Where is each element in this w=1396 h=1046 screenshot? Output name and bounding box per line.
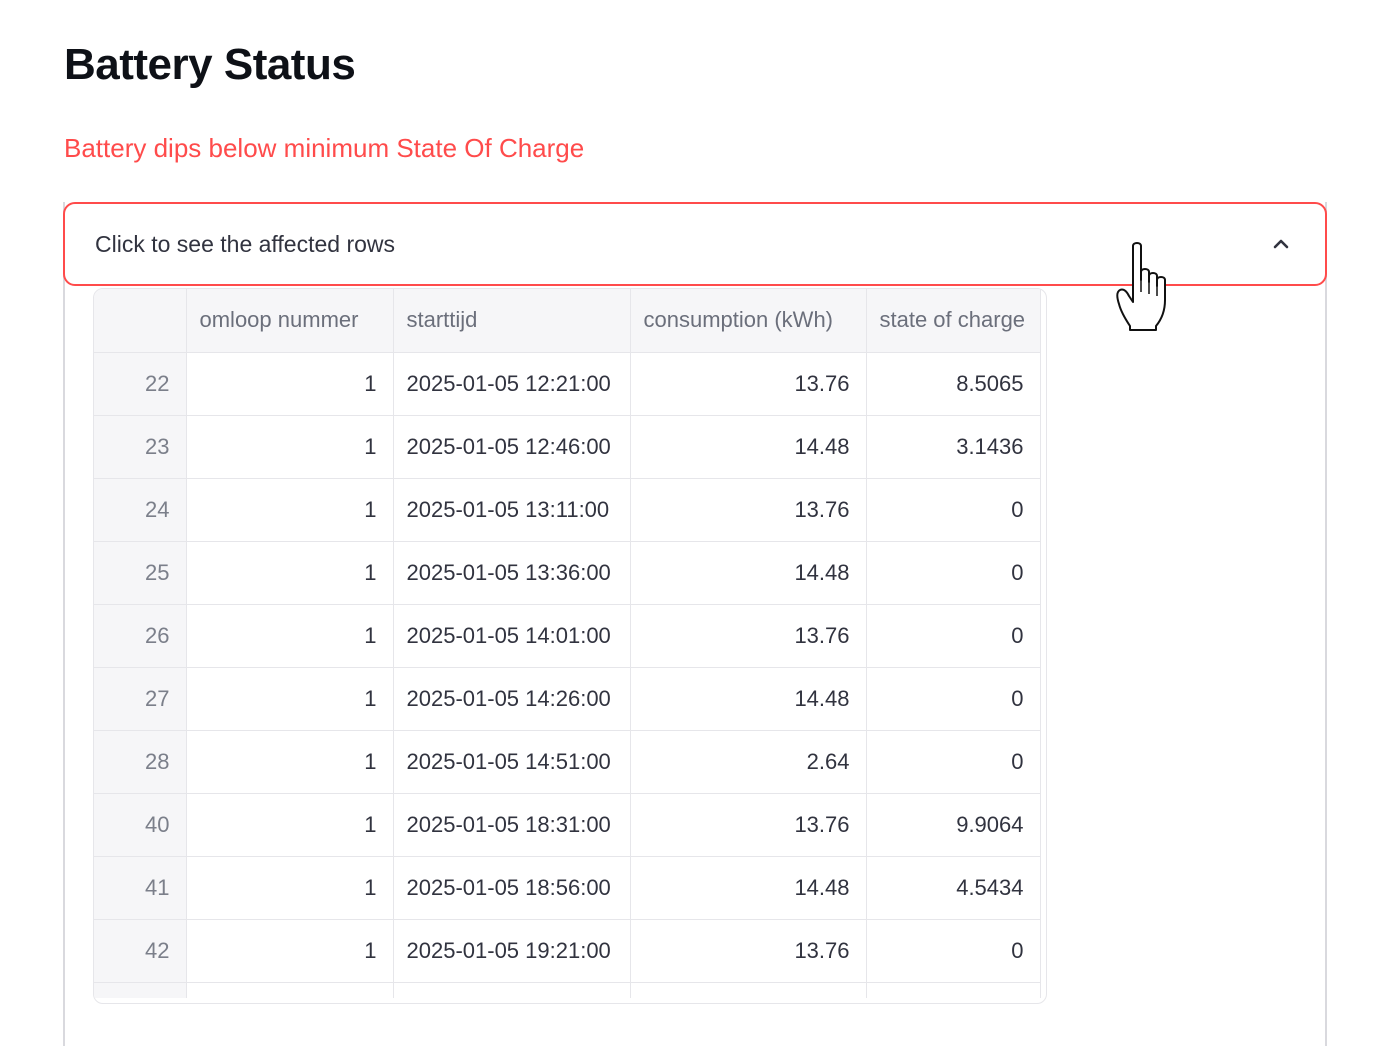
table-row[interactable]: 24 1 2025-01-05 13:11:00 13.76 0 — [94, 478, 1041, 542]
row-index-cell[interactable]: 24 — [94, 478, 187, 542]
consumption-cell[interactable]: 13.76 — [630, 919, 867, 983]
starttijd-cell[interactable]: 2025-01-05 14:51:00 — [393, 730, 631, 794]
table-row[interactable]: 42 1 2025-01-05 19:21:00 13.76 0 — [94, 919, 1041, 983]
page-title: Battery Status — [64, 40, 356, 89]
starttijd-cell[interactable]: 2025-01-05 18:31:00 — [393, 793, 631, 857]
row-index-cell[interactable]: 26 — [94, 604, 187, 668]
table-row[interactable]: 41 1 2025-01-05 18:56:00 14.48 4.5434 — [94, 856, 1041, 920]
row-index-cell[interactable]: 23 — [94, 415, 187, 479]
consumption-cell[interactable]: 2.64 — [630, 730, 867, 794]
table-row[interactable]: 26 1 2025-01-05 14:01:00 13.76 0 — [94, 604, 1041, 668]
state-of-charge-cell[interactable]: 9.9064 — [866, 793, 1041, 857]
table-row[interactable]: 25 1 2025-01-05 13:36:00 14.48 0 — [94, 541, 1041, 605]
row-index-cell[interactable]: 27 — [94, 667, 187, 731]
omloop-nummer-cell[interactable]: 1 — [186, 919, 394, 983]
row-index-cell[interactable]: 41 — [94, 856, 187, 920]
table-cell-empty — [186, 982, 394, 998]
omloop-nummer-cell[interactable]: 1 — [186, 415, 394, 479]
consumption-cell[interactable]: 13.76 — [630, 478, 867, 542]
chevron-up-icon — [1273, 239, 1289, 249]
row-index-cell[interactable]: 42 — [94, 919, 187, 983]
starttijd-cell[interactable]: 2025-01-05 19:21:00 — [393, 919, 631, 983]
expander-label: Click to see the affected rows — [95, 230, 395, 257]
table-row[interactable]: 22 1 2025-01-05 12:21:00 13.76 8.5065 — [94, 352, 1041, 416]
row-index-cell[interactable]: 25 — [94, 541, 187, 605]
state-of-charge-cell[interactable]: 0 — [866, 604, 1041, 668]
consumption-cell[interactable]: 14.48 — [630, 856, 867, 920]
omloop-nummer-cell[interactable]: 1 — [186, 352, 394, 416]
state-of-charge-cell[interactable]: 0 — [866, 730, 1041, 794]
starttijd-cell[interactable]: 2025-01-05 12:46:00 — [393, 415, 631, 479]
omloop-nummer-cell[interactable]: 1 — [186, 541, 394, 605]
column-header-index[interactable] — [94, 289, 187, 353]
consumption-cell[interactable]: 14.48 — [630, 667, 867, 731]
starttijd-cell[interactable]: 2025-01-05 14:26:00 — [393, 667, 631, 731]
hand-cursor-icon — [1116, 242, 1166, 331]
table-row-partial — [94, 982, 1041, 998]
column-header-starttijd[interactable]: starttijd — [393, 289, 631, 353]
state-of-charge-cell[interactable]: 0 — [866, 667, 1041, 731]
table-cell-empty — [393, 982, 631, 998]
starttijd-cell[interactable]: 2025-01-05 13:36:00 — [393, 541, 631, 605]
starttijd-cell[interactable]: 2025-01-05 18:56:00 — [393, 856, 631, 920]
omloop-nummer-cell[interactable]: 1 — [186, 604, 394, 668]
consumption-cell[interactable]: 13.76 — [630, 793, 867, 857]
state-of-charge-cell[interactable]: 0 — [866, 541, 1041, 605]
column-header-omloop-nummer[interactable]: omloop nummer — [186, 289, 394, 353]
consumption-cell[interactable]: 14.48 — [630, 415, 867, 479]
row-index-cell[interactable]: 22 — [94, 352, 187, 416]
consumption-cell[interactable]: 13.76 — [630, 604, 867, 668]
omloop-nummer-cell[interactable]: 1 — [186, 856, 394, 920]
state-of-charge-cell[interactable]: 0 — [866, 919, 1041, 983]
table-row[interactable]: 40 1 2025-01-05 18:31:00 13.76 9.9064 — [94, 793, 1041, 857]
omloop-nummer-cell[interactable]: 1 — [186, 730, 394, 794]
table-row[interactable]: 23 1 2025-01-05 12:46:00 14.48 3.1436 — [94, 415, 1041, 479]
state-of-charge-cell[interactable]: 8.5065 — [866, 352, 1041, 416]
row-index-cell[interactable]: 40 — [94, 793, 187, 857]
consumption-cell[interactable]: 13.76 — [630, 352, 867, 416]
table-cell-empty — [866, 982, 1041, 998]
state-of-charge-cell[interactable]: 4.5434 — [866, 856, 1041, 920]
row-index-cell[interactable]: 28 — [94, 730, 187, 794]
state-of-charge-cell[interactable]: 0 — [866, 478, 1041, 542]
starttijd-cell[interactable]: 2025-01-05 13:11:00 — [393, 478, 631, 542]
state-of-charge-cell[interactable]: 3.1436 — [866, 415, 1041, 479]
table-header-row: omloop nummer starttijd consumption (kWh… — [94, 289, 1041, 353]
table-cell-empty — [630, 982, 867, 998]
starttijd-cell[interactable]: 2025-01-05 12:21:00 — [393, 352, 631, 416]
column-header-consumption[interactable]: consumption (kWh) — [630, 289, 867, 353]
omloop-nummer-cell[interactable]: 1 — [186, 667, 394, 731]
warning-message: Battery dips below minimum State Of Char… — [64, 133, 585, 163]
table-row[interactable]: 28 1 2025-01-05 14:51:00 2.64 0 — [94, 730, 1041, 794]
omloop-nummer-cell[interactable]: 1 — [186, 478, 394, 542]
omloop-nummer-cell[interactable]: 1 — [186, 793, 394, 857]
table-cell-empty — [94, 982, 187, 998]
table-row[interactable]: 27 1 2025-01-05 14:26:00 14.48 0 — [94, 667, 1041, 731]
consumption-cell[interactable]: 14.48 — [630, 541, 867, 605]
column-header-state-of-charge[interactable]: state of charge — [866, 289, 1041, 353]
starttijd-cell[interactable]: 2025-01-05 14:01:00 — [393, 604, 631, 668]
data-table[interactable]: omloop nummer starttijd consumption (kWh… — [93, 288, 1047, 1004]
